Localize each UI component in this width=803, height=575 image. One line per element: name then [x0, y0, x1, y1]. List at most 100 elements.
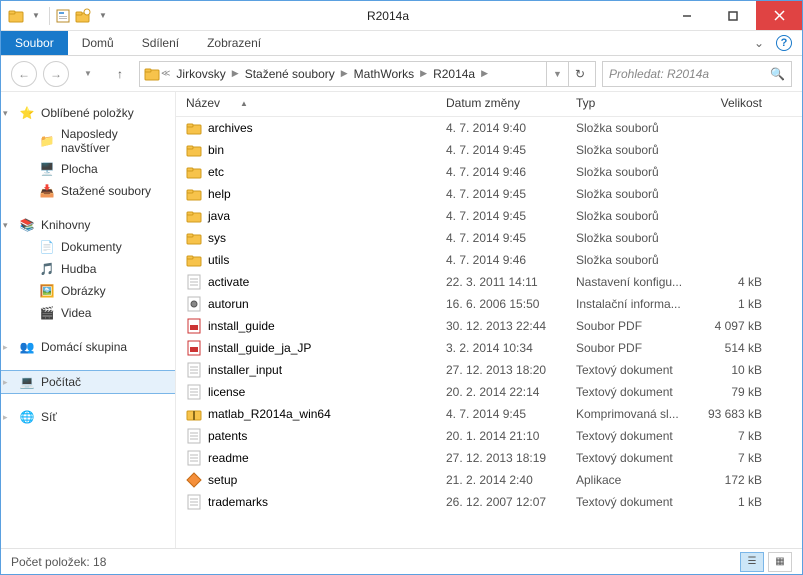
- file-type: Textový dokument: [576, 495, 706, 509]
- table-row[interactable]: archives4. 7. 2014 9:40Složka souborů: [186, 117, 802, 139]
- search-icon[interactable]: 🔍: [770, 67, 785, 81]
- breadcrumb-segment[interactable]: Stažené soubory: [240, 67, 340, 81]
- file-size: 4 kB: [706, 275, 776, 289]
- recent-dropdown-icon[interactable]: ▼: [75, 61, 101, 87]
- sidebar-group-favorites[interactable]: ▾ ⭐ Oblíbené položky: [1, 102, 175, 124]
- tab-home[interactable]: Domů: [68, 31, 128, 55]
- sidebar-item-videos[interactable]: 🎬Videa: [1, 302, 175, 324]
- sidebar-favorites: ▾ ⭐ Oblíbené položky 📁Naposledy navštíve…: [1, 102, 175, 202]
- breadcrumb-segment[interactable]: R2014a: [428, 67, 480, 81]
- minimize-button[interactable]: [664, 1, 710, 30]
- tab-file[interactable]: Soubor: [1, 31, 68, 55]
- column-headers: Název▲ Datum změny Typ Velikost: [176, 92, 802, 117]
- sidebar-item-network[interactable]: ▸ 🌐 Síť: [1, 406, 175, 428]
- table-row[interactable]: installer_input27. 12. 2013 18:20Textový…: [186, 359, 802, 381]
- file-list: archives4. 7. 2014 9:40Složka souborůbin…: [176, 117, 802, 548]
- expand-icon[interactable]: ▸: [3, 377, 8, 388]
- ribbon-tabs: Soubor Domů Sdílení Zobrazení ⌄ ?: [1, 31, 802, 56]
- properties-icon[interactable]: [54, 7, 72, 25]
- sidebar-item-computer[interactable]: ▸ 💻 Počítač: [1, 370, 175, 394]
- up-button[interactable]: ↑: [107, 61, 133, 87]
- status-bar: Počet položek: 18 ☰ ▦: [1, 548, 802, 574]
- view-details-button[interactable]: ☰: [740, 552, 764, 572]
- table-row[interactable]: help4. 7. 2014 9:45Složka souborů: [186, 183, 802, 205]
- column-name[interactable]: Název▲: [186, 96, 446, 110]
- table-row[interactable]: etc4. 7. 2014 9:46Složka souborů: [186, 161, 802, 183]
- chevron-down-icon[interactable]: ▼: [546, 62, 568, 86]
- table-row[interactable]: license20. 2. 2014 22:14Textový dokument…: [186, 381, 802, 403]
- table-row[interactable]: trademarks26. 12. 2007 12:07Textový doku…: [186, 491, 802, 513]
- file-date: 4. 7. 2014 9:45: [446, 209, 576, 223]
- file-date: 4. 7. 2014 9:40: [446, 121, 576, 135]
- breadcrumb-segment[interactable]: Jirkovsky: [171, 67, 230, 81]
- chevron-right-icon[interactable]: ▶: [340, 68, 349, 79]
- collapse-icon[interactable]: ▾: [3, 108, 8, 119]
- help-icon[interactable]: ?: [776, 35, 792, 51]
- tab-view[interactable]: Zobrazení: [193, 31, 275, 55]
- file-date: 4. 7. 2014 9:46: [446, 253, 576, 267]
- search-input[interactable]: [609, 67, 764, 81]
- chevron-right-icon[interactable]: ▶: [419, 68, 428, 79]
- sidebar-item-downloads[interactable]: 📥Stažené soubory: [1, 180, 175, 202]
- sidebar-item-documents[interactable]: 📄Dokumenty: [1, 236, 175, 258]
- ribbon-expand-icon[interactable]: ⌄: [748, 31, 770, 55]
- table-row[interactable]: bin4. 7. 2014 9:45Složka souborů: [186, 139, 802, 161]
- table-row[interactable]: setup21. 2. 2014 2:40Aplikace172 kB: [186, 469, 802, 491]
- network-icon: 🌐: [19, 409, 35, 425]
- tab-share[interactable]: Sdílení: [128, 31, 193, 55]
- collapse-icon[interactable]: ▾: [3, 220, 8, 231]
- sidebar-item-desktop[interactable]: 🖥️Plocha: [1, 158, 175, 180]
- maximize-button[interactable]: [710, 1, 756, 30]
- column-date[interactable]: Datum změny: [446, 96, 576, 110]
- column-type[interactable]: Typ: [576, 96, 706, 110]
- pdf-icon: [186, 318, 202, 334]
- caret-down-icon[interactable]: ▼: [94, 7, 112, 25]
- sidebar-item-pictures[interactable]: 🖼️Obrázky: [1, 280, 175, 302]
- sidebar-item-recent[interactable]: 📁Naposledy navštíver: [1, 124, 175, 158]
- new-folder-icon[interactable]: [74, 7, 92, 25]
- table-row[interactable]: patents20. 1. 2014 21:10Textový dokument…: [186, 425, 802, 447]
- column-size[interactable]: Velikost: [706, 96, 776, 110]
- close-button[interactable]: [756, 1, 802, 30]
- table-row[interactable]: utils4. 7. 2014 9:46Složka souborů: [186, 249, 802, 271]
- caret-down-icon[interactable]: ▼: [27, 7, 45, 25]
- pdf-icon: [186, 340, 202, 356]
- sidebar-network-group: ▸ 🌐 Síť: [1, 406, 175, 428]
- chevron-right-icon[interactable]: ▶: [480, 68, 489, 79]
- sidebar-item-homegroup[interactable]: ▸ 👥 Domácí skupina: [1, 336, 175, 358]
- file-date: 4. 7. 2014 9:45: [446, 143, 576, 157]
- file-type: Složka souborů: [576, 187, 706, 201]
- file-name: sys: [208, 231, 226, 245]
- refresh-button[interactable]: ↻: [568, 62, 591, 86]
- chevron-left-icon[interactable]: ≪: [160, 68, 171, 79]
- txt-icon: [186, 450, 202, 466]
- file-date: 16. 6. 2006 15:50: [446, 297, 576, 311]
- file-size: 93 683 kB: [706, 407, 776, 421]
- file-type: Složka souborů: [576, 253, 706, 267]
- table-row[interactable]: readme27. 12. 2013 18:19Textový dokument…: [186, 447, 802, 469]
- view-icons-button[interactable]: ▦: [768, 552, 792, 572]
- search-box[interactable]: 🔍: [602, 61, 792, 87]
- pictures-icon: 🖼️: [39, 283, 55, 299]
- table-row[interactable]: sys4. 7. 2014 9:45Složka souborů: [186, 227, 802, 249]
- breadcrumb[interactable]: ≪ Jirkovsky▶ Stažené soubory▶ MathWorks▶…: [139, 61, 596, 87]
- sidebar-group-libraries[interactable]: ▾ 📚 Knihovny: [1, 214, 175, 236]
- table-row[interactable]: java4. 7. 2014 9:45Složka souborů: [186, 205, 802, 227]
- file-type: Soubor PDF: [576, 319, 706, 333]
- table-row[interactable]: matlab_R2014a_win644. 7. 2014 9:45Kompri…: [186, 403, 802, 425]
- breadcrumb-segment[interactable]: MathWorks: [349, 67, 419, 81]
- table-row[interactable]: activate22. 3. 2011 14:11Nastavení konfi…: [186, 271, 802, 293]
- back-button[interactable]: ←: [11, 61, 37, 87]
- file-date: 26. 12. 2007 12:07: [446, 495, 576, 509]
- file-date: 3. 2. 2014 10:34: [446, 341, 576, 355]
- expand-icon[interactable]: ▸: [3, 412, 8, 423]
- table-row[interactable]: autorun16. 6. 2006 15:50Instalační infor…: [186, 293, 802, 315]
- table-row[interactable]: install_guide_ja_JP3. 2. 2014 10:34Soubo…: [186, 337, 802, 359]
- forward-button[interactable]: →: [43, 61, 69, 87]
- chevron-right-icon[interactable]: ▶: [231, 68, 240, 79]
- expand-icon[interactable]: ▸: [3, 342, 8, 353]
- body: ▾ ⭐ Oblíbené položky 📁Naposledy navštíve…: [1, 92, 802, 548]
- file-name: install_guide_ja_JP: [208, 341, 311, 355]
- table-row[interactable]: install_guide30. 12. 2013 22:44Soubor PD…: [186, 315, 802, 337]
- sidebar-item-music[interactable]: 🎵Hudba: [1, 258, 175, 280]
